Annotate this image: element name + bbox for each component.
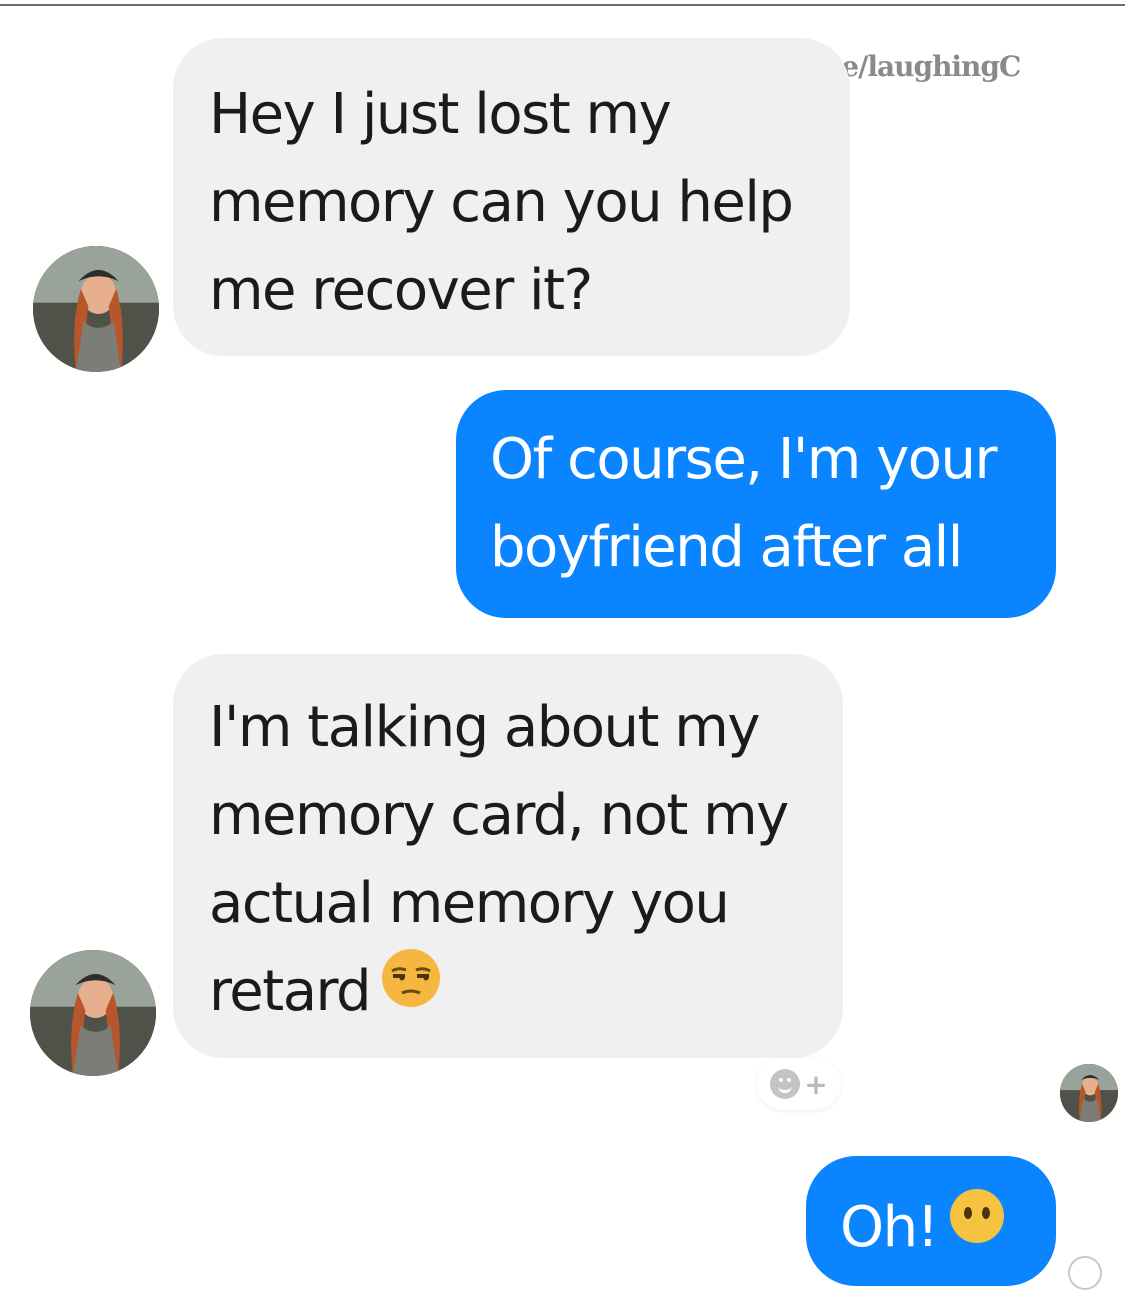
unamused-face-icon xyxy=(380,947,442,1035)
message-line-with-emoji: Oh! xyxy=(840,1184,1056,1272)
contact-avatar[interactable] xyxy=(33,246,159,372)
message-line: memory can you help xyxy=(209,170,794,235)
avatar-photo xyxy=(33,246,159,372)
avatar-photo xyxy=(30,950,156,1076)
top-divider xyxy=(0,4,1125,6)
message-line: Oh! xyxy=(840,1195,939,1260)
face-without-mouth-icon xyxy=(948,1183,1006,1271)
avatar-photo xyxy=(1060,1064,1118,1122)
message-bubble-outgoing[interactable]: Of course, I'm your boyfriend after all xyxy=(456,390,1056,618)
message-line: retard xyxy=(209,959,372,1024)
message-line-with-emoji: retard xyxy=(209,948,843,1036)
message-line: boyfriend after all xyxy=(490,515,963,580)
read-receipt-avatar xyxy=(1060,1064,1118,1122)
contact-avatar[interactable] xyxy=(30,950,156,1076)
message-line: Hey I just lost my xyxy=(209,82,672,147)
message-line: memory card, not my xyxy=(209,783,789,848)
add-reaction-button[interactable]: + xyxy=(757,1058,841,1110)
message-line: I'm talking about my xyxy=(209,695,761,760)
message-line: me recover it? xyxy=(209,258,593,323)
message-line: Of course, I'm your xyxy=(490,427,998,492)
message-bubble-incoming[interactable]: Hey I just lost my memory can you help m… xyxy=(173,38,850,356)
message-bubble-outgoing[interactable]: Oh! xyxy=(806,1156,1056,1286)
message-line: actual memory you xyxy=(209,871,730,936)
add-reaction-plus: + xyxy=(804,1067,828,1101)
seen-indicator xyxy=(1068,1256,1102,1290)
add-reaction-icon xyxy=(770,1069,801,1099)
message-bubble-incoming[interactable]: I'm talking about my memory card, not my… xyxy=(173,654,843,1058)
